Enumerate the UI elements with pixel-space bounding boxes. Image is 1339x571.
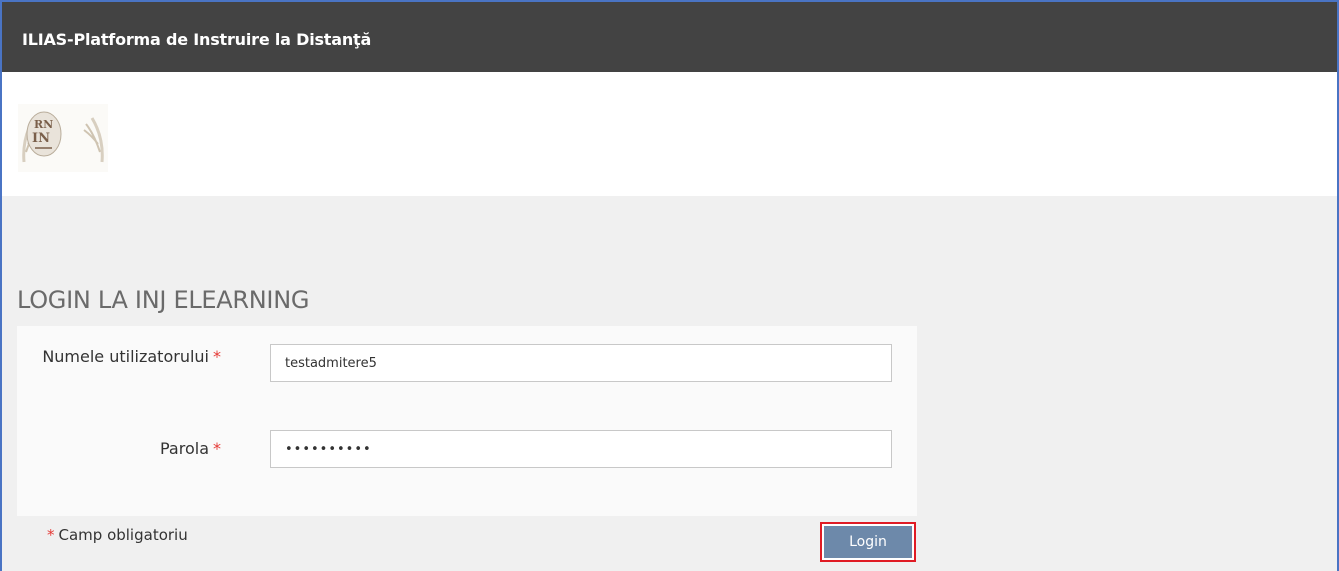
username-input[interactable] — [270, 344, 892, 382]
password-input[interactable] — [270, 430, 892, 468]
svg-text:RN: RN — [34, 118, 53, 131]
username-label: Numele utilizatorului * — [41, 344, 221, 370]
institution-logo-icon: RN IN — [18, 104, 108, 172]
login-button-label: Login — [824, 526, 912, 558]
login-main-area: LOGIN LA INJ ELEARNING Numele utilizator… — [2, 196, 1337, 571]
required-asterisk: * — [213, 439, 221, 458]
site-title: ILIAS-Platforma de Instruire la Distanţă — [22, 30, 372, 49]
svg-text:IN: IN — [32, 131, 50, 146]
logo-area: RN IN — [2, 72, 1337, 196]
required-note-text: Camp obligatoriu — [58, 526, 188, 544]
password-label: Parola * — [41, 436, 221, 462]
username-label-text: Numele utilizatorului — [42, 347, 209, 366]
login-heading: LOGIN LA INJ ELEARNING — [17, 286, 310, 314]
login-button[interactable]: Login — [820, 522, 916, 562]
password-label-text: Parola — [160, 439, 209, 458]
required-asterisk: * — [213, 347, 221, 366]
required-asterisk: * — [47, 526, 55, 544]
top-header-bar: ILIAS-Platforma de Instruire la Distanţă — [2, 2, 1337, 72]
required-field-note: * Camp obligatoriu — [47, 526, 188, 544]
login-form: Numele utilizatorului* Parola* — [17, 326, 917, 516]
